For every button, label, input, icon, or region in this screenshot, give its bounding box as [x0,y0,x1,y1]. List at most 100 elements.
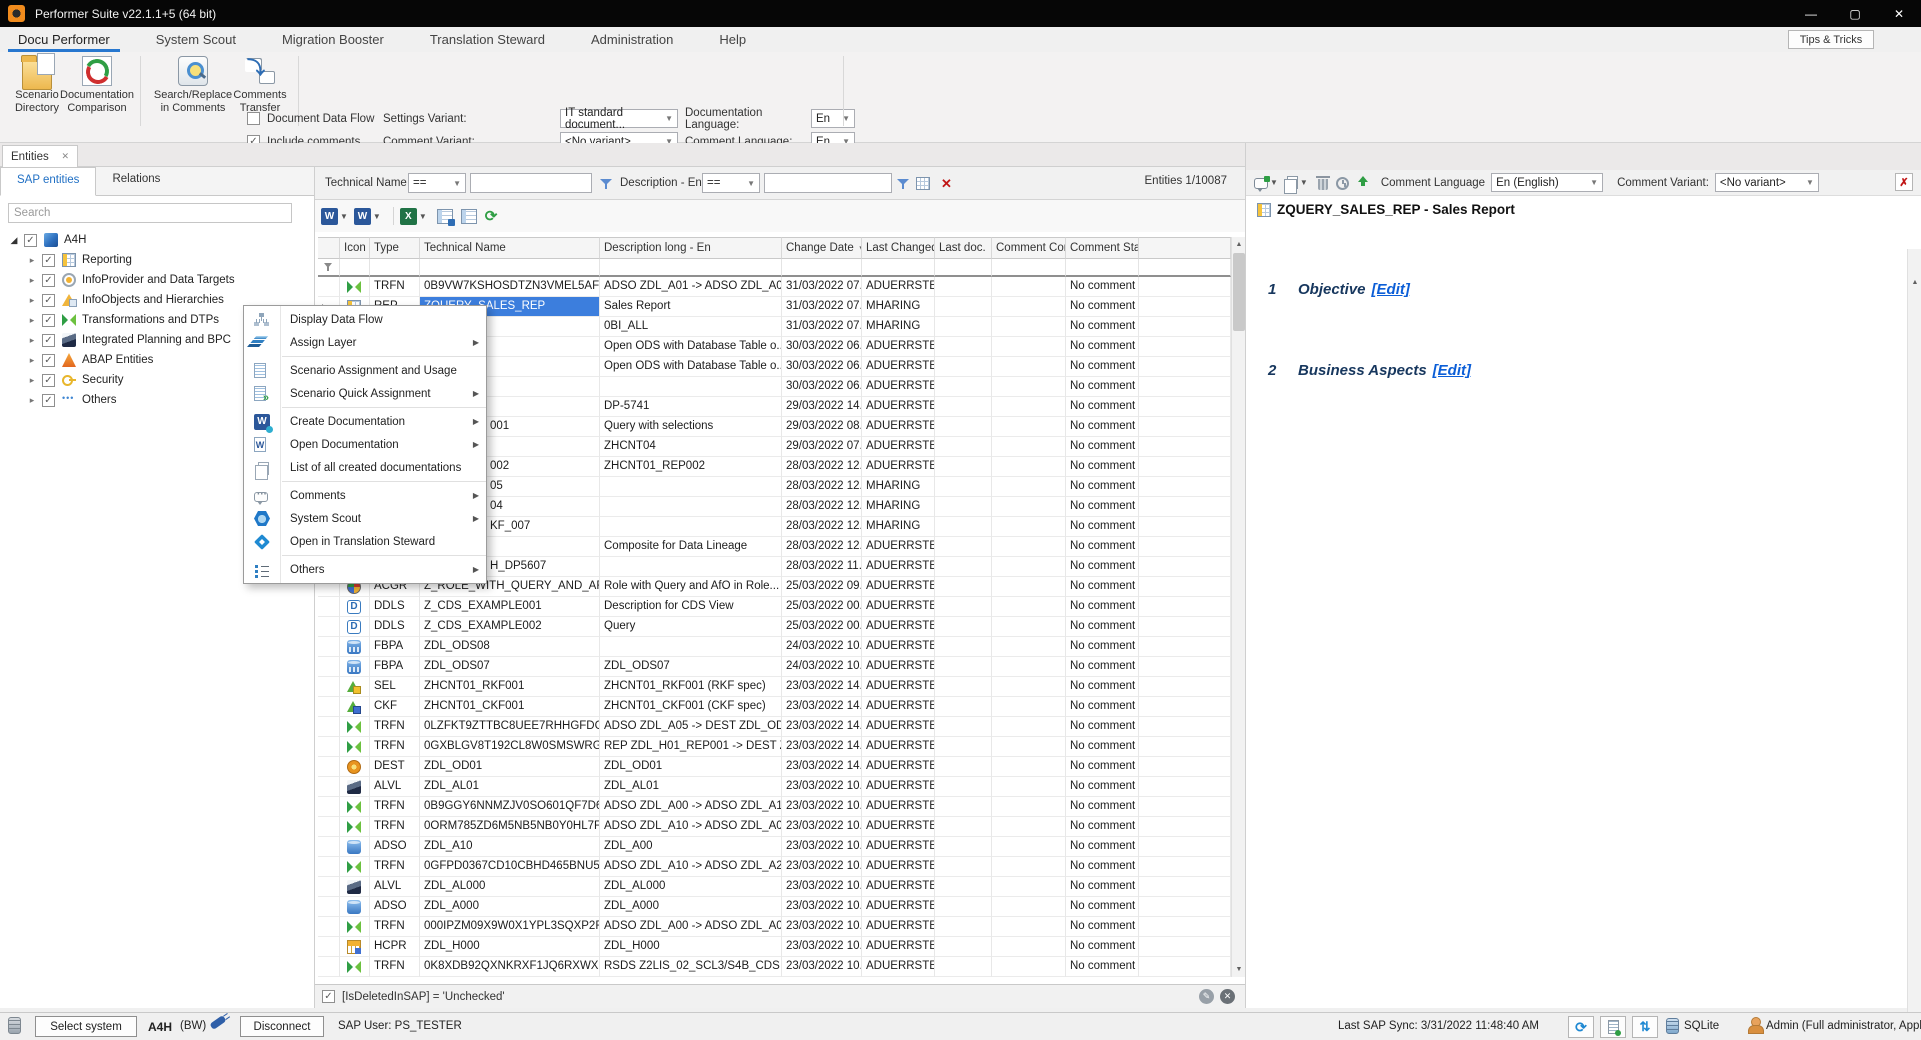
grid-filter-row[interactable] [318,259,1231,277]
row-filter-cell[interactable] [420,259,600,277]
tree-checkbox[interactable] [24,234,37,247]
comment-language-select[interactable]: En (English)▼ [1491,173,1603,192]
table-row[interactable]: CKFZHCNT01_CKF001ZHCNT01_CKF001 (CKF spe… [318,697,1231,717]
row-filter-cell[interactable] [600,259,782,277]
tree-checkbox[interactable] [42,394,55,407]
menu-item-assign-layer[interactable]: Assign Layer▶ [244,331,486,354]
filter-value-input[interactable] [470,173,592,193]
history-icon[interactable] [1336,177,1349,190]
tab-sap-entities[interactable]: SAP entities [0,167,96,196]
tree-item-infoprovider-and-data-targets[interactable]: ▸InfoProvider and Data Targets [0,270,314,290]
table-row[interactable]: FBPAZDL_ODS0824/03/2022 10...ADUERRSTEIN… [318,637,1231,657]
menu-item-create-documentation[interactable]: Create Documentation▶ [244,410,486,433]
row-filter-cell[interactable] [370,259,420,277]
tree-item-reporting[interactable]: ▸Reporting [0,250,314,270]
menu-tab-help[interactable]: Help [705,28,760,52]
menu-tab-docu-performer[interactable]: Docu Performer [4,28,124,52]
clear-filter-icon[interactable]: ✕ [937,174,956,193]
column-header-type[interactable]: Type [370,237,420,259]
search-replace-comments-button[interactable]: Search/Replace in Comments [148,56,238,115]
edit-comment-icon[interactable] [1254,178,1268,189]
expand-icon[interactable]: ▸ [26,375,38,386]
disconnect-button[interactable]: Disconnect [240,1016,324,1037]
menu-item-others[interactable]: Others▶ [244,558,486,581]
minimize-icon[interactable]: — [1789,0,1833,27]
search-input[interactable] [8,203,292,223]
log-button[interactable] [1600,1016,1626,1038]
filter-funnel-sort-icon[interactable] [596,174,615,193]
row-filter-cell[interactable] [992,259,1066,277]
table-row[interactable]: ALVLZDL_AL000ZDL_AL00023/03/2022 10...AD… [318,877,1231,897]
expand-icon[interactable]: ▸ [26,275,38,286]
tree-checkbox[interactable] [42,354,55,367]
tree-checkbox[interactable] [42,334,55,347]
tree-checkbox[interactable] [42,254,55,267]
row-filter-cell[interactable] [782,259,862,277]
documentation-comparison-button[interactable]: Documentation Comparison [60,56,134,115]
row-filter-cell[interactable] [340,259,370,277]
tree-item-a4h[interactable]: ◢A4H [0,230,314,250]
column-header-last-doc[interactable]: Last doc. [935,237,992,259]
maximize-icon[interactable]: ▢ [1833,0,1877,27]
excel-export-icon[interactable]: X [400,208,417,225]
sync-refresh-button[interactable]: ⟳ [1568,1016,1594,1038]
table-row[interactable]: DESTZDL_OD01ZDL_OD0123/03/2022 14...ADUE… [318,757,1231,777]
grid-layout-icon[interactable] [461,209,477,224]
menu-tab-administration[interactable]: Administration [577,28,687,52]
edit-objective-link[interactable]: [Edit] [1372,281,1410,298]
column-header-comment-status[interactable]: Comment Status [1066,237,1139,259]
menu-item-open-in-translation-steward[interactable]: Open in Translation Steward [244,530,486,553]
table-row[interactable]: ALVLZDL_AL01ZDL_AL0123/03/2022 10...ADUE… [318,777,1231,797]
menu-tab-system-scout[interactable]: System Scout [142,28,250,52]
expand-icon[interactable]: ▸ [26,355,38,366]
tree-checkbox[interactable] [42,274,55,287]
align-button[interactable]: ⇅ [1632,1016,1658,1038]
select-system-button[interactable]: Select system [35,1016,137,1037]
menu-tab-migration-booster[interactable]: Migration Booster [268,28,398,52]
expand-icon[interactable]: ▸ [26,395,38,406]
table-row[interactable]: TRFN000IPZM09X9W0X1YPL3SQXP2FADSO ZDL_A0… [318,917,1231,937]
doc-vertical-scrollbar[interactable] [1907,249,1921,1040]
expand-icon[interactable]: ▸ [26,315,38,326]
expand-icon[interactable]: ▸ [26,295,38,306]
table-row[interactable]: SELZHCNT01_RKF001ZHCNT01_RKF001 (RKF spe… [318,677,1231,697]
checkbox-box[interactable] [247,112,260,125]
comment-variant-select[interactable]: <No variant>▼ [1715,173,1819,192]
checkbox-document-data-flow[interactable]: Document Data Flow [247,107,405,130]
scroll-up-icon[interactable] [1908,275,1921,290]
table-row[interactable]: ADSOZDL_A10ZDL_A0023/03/2022 10...ADUERR… [318,837,1231,857]
table-row[interactable]: DDLSZ_CDS_EXAMPLE002Query25/03/2022 00..… [318,617,1231,637]
upload-comment-icon[interactable] [1357,176,1369,189]
table-row[interactable]: DDLSZ_CDS_EXAMPLE001Description for CDS … [318,597,1231,617]
column-header-icon[interactable]: Icon [340,237,370,259]
menu-item-display-data-flow[interactable]: Display Data Flow [244,308,486,331]
tab-relations[interactable]: Relations [96,167,176,195]
expand-icon[interactable]: ▸ [26,335,38,346]
open-word-doc-icon[interactable]: W [354,208,371,225]
scroll-down-icon[interactable] [1232,962,1246,977]
tree-checkbox[interactable] [42,294,55,307]
tab-close-icon[interactable] [61,151,69,162]
table-row[interactable]: TRFN0LZFKT9ZTTBC8UEE7RHHGFDGFADSO ZDL_A0… [318,717,1231,737]
column-header-comment-conf[interactable]: Comment Conf... [992,237,1066,259]
tips-tricks-button[interactable]: Tips & Tricks [1788,30,1874,49]
row-filter-cell[interactable] [862,259,935,277]
tree-checkbox[interactable] [42,374,55,387]
table-row[interactable]: TRFN0GXBLGV8T192CL8W0SMSWRGFREP ZDL_H01_… [318,737,1231,757]
menu-item-list-of-all-created-documentations[interactable]: List of all created documentations [244,456,486,479]
table-row[interactable]: TRFN0B9GGY6NNMZJV0SO601QF7D6ADSO ZDL_A00… [318,797,1231,817]
table-row[interactable]: HCPRZDL_H000ZDL_H00023/03/2022 10...ADUE… [318,937,1231,957]
close-icon[interactable]: ✕ [1877,0,1921,27]
menu-tab-translation-steward[interactable]: Translation Steward [416,28,559,52]
edit-business-aspects-link[interactable]: [Edit] [1433,362,1471,379]
scroll-up-icon[interactable] [1232,237,1246,252]
select-settings-variant[interactable]: IT standard document...▼ [560,109,678,128]
refresh-icon[interactable]: ⟳ [485,207,498,225]
collapse-icon[interactable]: ◢ [8,235,20,246]
scrollbar-thumb[interactable] [1233,253,1245,331]
save-grid-layout-icon[interactable] [437,209,453,224]
copy-comment-icon[interactable] [1287,176,1298,189]
expand-icon[interactable]: ▸ [26,255,38,266]
close-comment-panel-icon[interactable]: ✗ [1895,173,1913,191]
filter-operator-select[interactable]: ==▼ [408,173,466,193]
